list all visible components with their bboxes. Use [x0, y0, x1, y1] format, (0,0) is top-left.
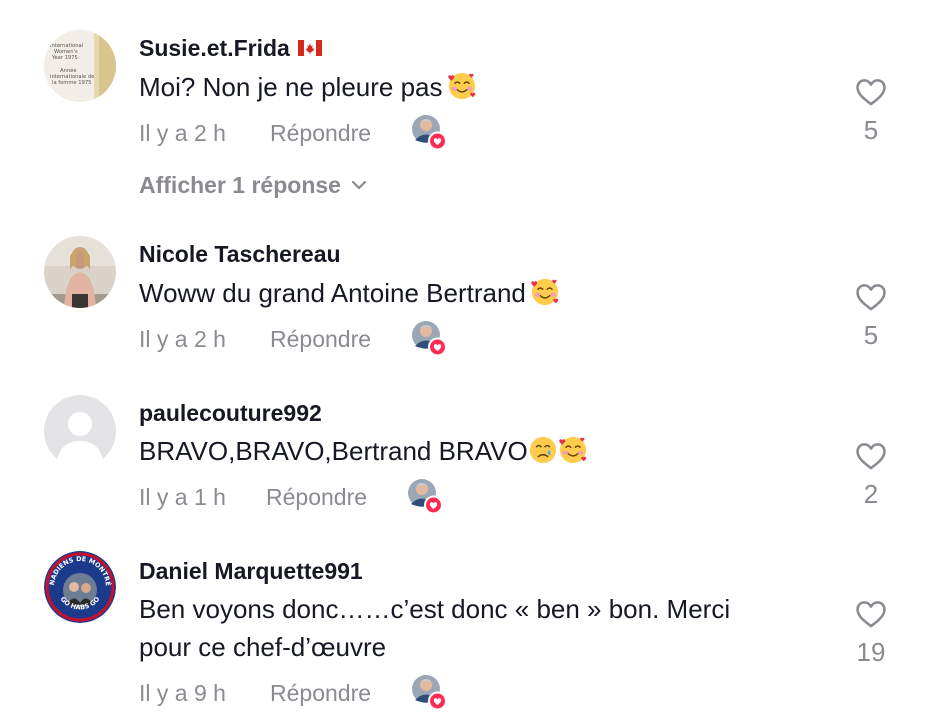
creator-liked-badge-icon — [411, 320, 447, 356]
like-button[interactable]: 5 — [851, 75, 891, 145]
avatar-caption-line: la femme 1975 — [52, 80, 91, 86]
comment-text: BRAVO,BRAVO,Bertrand BRAVO — [139, 432, 819, 470]
comment-meta: Il y a 9 h Répondre — [139, 677, 226, 709]
chevron-down-icon — [351, 181, 367, 190]
comment-username[interactable]: Susie.et.Frida — [139, 34, 322, 62]
username-text: Susie.et.Frida — [139, 35, 290, 61]
default-avatar-icon — [44, 395, 116, 467]
avatar-image — [44, 236, 116, 308]
reply-button[interactable]: Répondre — [270, 117, 371, 149]
heart-outline-icon[interactable] — [853, 439, 889, 473]
comment-text: Moi? Non je ne pleure pas — [139, 68, 819, 106]
comment-meta: Il y a 2 h Répondre — [139, 323, 226, 355]
like-count: 2 — [863, 479, 879, 509]
heart-outline-icon[interactable] — [853, 280, 889, 314]
avatar-image: CANADIENS DE MONTRÉAL GO HABS GO — [44, 551, 116, 623]
like-button[interactable]: 2 — [851, 439, 891, 509]
like-button[interactable]: 5 — [851, 280, 891, 350]
comment-timestamp: Il y a 9 h — [139, 680, 226, 706]
comment-text: Woww du grand Antoine Bertrand — [139, 274, 819, 312]
comment-meta: Il y a 2 h Répondre — [139, 117, 226, 149]
comment-text: Ben voyons donc……c’est donc « ben » bon.… — [139, 590, 819, 666]
view-replies-label: Afficher 1 réponse — [139, 172, 341, 198]
comment-text-content: Woww du grand Antoine Bertrand — [139, 278, 526, 308]
avatar[interactable] — [44, 236, 116, 308]
like-count: 5 — [863, 115, 879, 145]
heart-outline-icon[interactable] — [853, 75, 889, 109]
smiling-face-with-hearts-emoji — [447, 71, 477, 101]
comment-timestamp: Il y a 2 h — [139, 326, 226, 352]
avatar[interactable] — [44, 395, 116, 467]
heart-outline-icon[interactable] — [853, 597, 889, 631]
avatar-caption-line: Année — [60, 67, 77, 74]
avatar-image: International Women's Year 1975 Année in… — [44, 30, 116, 102]
reply-button[interactable]: Répondre — [266, 481, 367, 513]
view-replies-button[interactable]: Afficher 1 réponse — [139, 170, 367, 200]
comment-text-content: BRAVO,BRAVO,Bertrand BRAVO — [139, 436, 528, 466]
reply-button[interactable]: Répondre — [270, 323, 371, 355]
like-button[interactable]: 19 — [851, 597, 891, 667]
smiling-face-with-hearts-emoji — [530, 277, 560, 307]
comment-username[interactable]: Nicole Taschereau — [139, 240, 341, 268]
avatar-caption-line: Year 1975 — [51, 55, 78, 61]
creator-liked-badge-icon — [411, 674, 447, 710]
comment-timestamp: Il y a 2 h — [139, 120, 226, 146]
comment-meta: Il y a 1 h Répondre — [139, 481, 226, 513]
canada-flag-icon — [297, 39, 322, 56]
comment-text-content: Moi? Non je ne pleure pas — [139, 72, 443, 102]
comment-username[interactable]: paulecouture992 — [139, 399, 322, 427]
comment-text-line: Ben voyons donc……c’est donc « ben » bon.… — [139, 594, 731, 624]
comment-username[interactable]: Daniel Marquette991 — [139, 557, 363, 585]
creator-liked-badge-icon — [407, 478, 443, 514]
smiling-face-with-hearts-emoji — [558, 435, 588, 465]
comment-timestamp: Il y a 1 h — [139, 484, 226, 510]
like-count: 19 — [856, 637, 886, 667]
avatar[interactable]: CANADIENS DE MONTRÉAL GO HABS GO — [44, 551, 116, 623]
like-count: 5 — [863, 320, 879, 350]
comment-text-line: pour ce chef-d’œuvre — [139, 632, 387, 662]
crying-face-emoji — [528, 435, 558, 465]
reply-button[interactable]: Répondre — [270, 677, 371, 709]
avatar[interactable]: International Women's Year 1975 Année in… — [44, 30, 116, 102]
creator-liked-badge-icon — [411, 114, 447, 150]
